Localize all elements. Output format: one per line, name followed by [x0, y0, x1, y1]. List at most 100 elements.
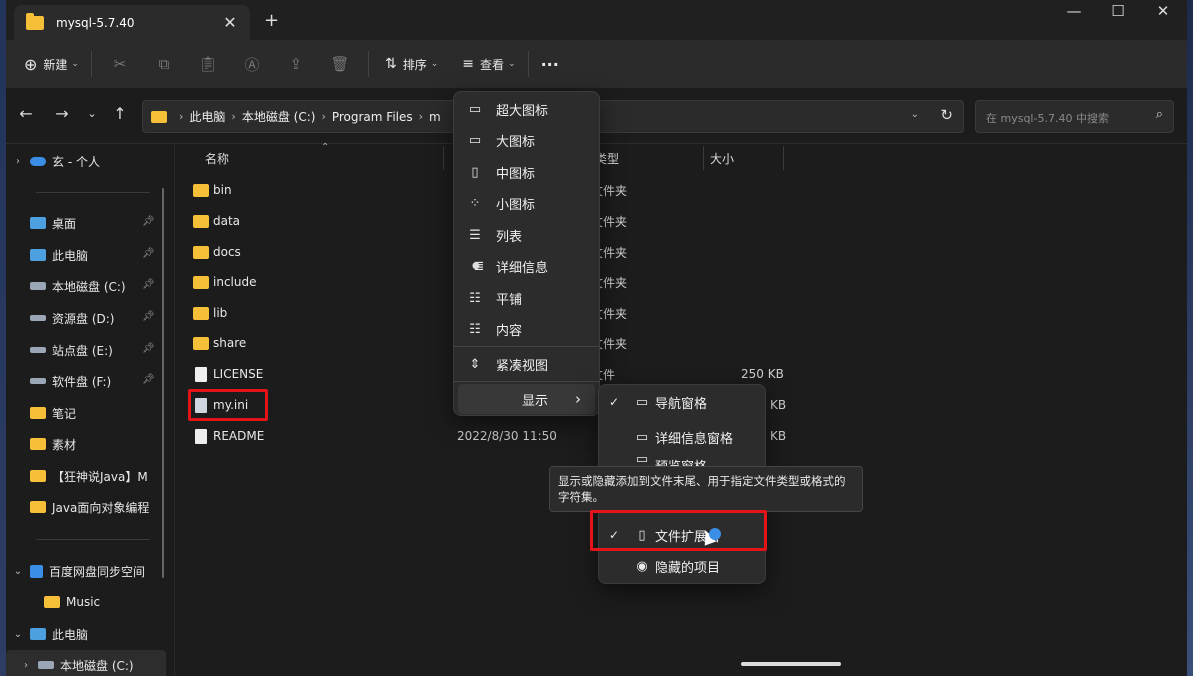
pin-icon[interactable]: 📌︎: [142, 311, 155, 322]
copy-icon[interactable]: ⧉: [142, 55, 186, 73]
pin-icon[interactable]: 📌︎: [142, 279, 155, 290]
monitor-icon: ▭: [468, 132, 482, 148]
column-separator[interactable]: [783, 146, 784, 170]
file-name: LICENSE: [213, 367, 264, 381]
pin-icon[interactable]: 📌︎: [142, 374, 155, 385]
menu-item-show[interactable]: 显示 ›: [458, 384, 595, 414]
refresh-icon[interactable]: ↻: [940, 106, 953, 124]
column-header-name[interactable]: 名称: [205, 150, 229, 167]
forward-arrow-icon[interactable]: →: [50, 104, 74, 123]
share-icon[interactable]: ⇪: [274, 55, 318, 73]
menu-item-label: 大图标: [496, 134, 536, 150]
column-separator[interactable]: [443, 146, 444, 170]
close-button[interactable]: ✕: [1148, 2, 1178, 20]
toolbar-separator: [367, 51, 369, 77]
new-tab-button[interactable]: +: [264, 10, 279, 31]
pin-icon[interactable]: 📌︎: [142, 216, 155, 227]
view-button[interactable]: ≡ 查看 ⌄: [456, 48, 521, 80]
menu-item-content[interactable]: ☷ 内容: [454, 314, 599, 344]
minimize-button[interactable]: —: [1059, 2, 1089, 20]
maximize-button[interactable]: ☐: [1103, 2, 1133, 20]
folder-icon: [30, 438, 46, 450]
tab-mysql[interactable]: mysql-5.7.40 ✕: [14, 5, 250, 40]
paste-icon[interactable]: 📋︎: [186, 55, 230, 73]
breadcrumb-mysql[interactable]: m: [429, 110, 441, 124]
address-dropdown-icon[interactable]: ⌄: [911, 109, 919, 120]
sidebar-item-this-pc[interactable]: 此电脑 📌︎: [6, 240, 166, 270]
up-arrow-icon[interactable]: ↑: [108, 104, 132, 123]
sidebar-item-label: 玄 - 个人: [52, 154, 100, 169]
menu-item-details-pane[interactable]: ▭ 详细信息窗格: [599, 422, 765, 452]
recent-chevron-icon[interactable]: ⌄: [80, 107, 104, 120]
pane-icon: ▭: [635, 451, 649, 467]
chevron-right-icon: ›: [575, 390, 581, 408]
menu-item-small-icons[interactable]: ⁘ 小图标: [454, 188, 599, 218]
sidebar-item-d-drive[interactable]: 资源盘 (D:) 📌︎: [6, 303, 166, 333]
column-separator[interactable]: [703, 146, 704, 170]
sidebar-item-music[interactable]: Music: [6, 587, 166, 617]
pin-icon[interactable]: 📌︎: [142, 248, 155, 259]
breadcrumb-this-pc[interactable]: 此电脑: [189, 108, 225, 125]
menu-item-list[interactable]: ☰ 列表: [454, 220, 599, 250]
sidebar-item-c-drive-tree[interactable]: › 本地磁盘 (C:): [6, 650, 166, 676]
menu-item-extra-large-icons[interactable]: ▭ 超大图标: [454, 94, 599, 124]
sidebar-item-label: 资源盘 (D:): [52, 311, 115, 326]
sidebar-scrollbar[interactable]: [162, 188, 164, 578]
menu-item-large-icons[interactable]: ▭ 大图标: [454, 125, 599, 155]
delete-icon[interactable]: 🗑︎: [318, 55, 362, 73]
computer-icon: [30, 628, 46, 640]
menu-item-preview-pane[interactable]: ▭ 预览窗格: [599, 451, 765, 468]
rename-icon[interactable]: Ⓐ: [230, 54, 274, 75]
sidebar-item-e-drive[interactable]: 站点盘 (E:) 📌︎: [6, 335, 166, 365]
folder-icon: [193, 275, 209, 289]
menu-item-navigation-pane[interactable]: ✓ ▭ 导航窗格: [599, 387, 765, 417]
sort-ascending-icon: ⌃: [321, 142, 330, 153]
cut-icon[interactable]: ✂: [98, 55, 142, 73]
breadcrumb-program-files[interactable]: Program Files: [332, 110, 413, 124]
sort-button[interactable]: ⇅ 排序 ⌄: [379, 48, 444, 80]
sidebar-item-java-oop[interactable]: Java面向对象编程: [6, 492, 166, 522]
monitor-icon: ▯: [471, 164, 479, 180]
tab-close-icon[interactable]: ✕: [218, 13, 242, 32]
sidebar-item-materials[interactable]: 素材: [6, 429, 166, 459]
breadcrumb-chevron-icon: ›: [418, 110, 424, 123]
sidebar-item-c-drive[interactable]: 本地磁盘 (C:) 📌︎: [6, 271, 166, 301]
sidebar-item-label: 桌面: [52, 216, 77, 231]
sidebar-item-desktop[interactable]: 桌面 📌︎: [6, 208, 166, 238]
sidebar-item-notes[interactable]: 笔记: [6, 398, 166, 428]
check-icon: ✓: [608, 395, 620, 409]
folder-icon: [193, 183, 209, 197]
column-header-size[interactable]: 大小: [710, 150, 734, 167]
menu-item-label: 隐藏的项目: [655, 560, 721, 576]
menu-item-details[interactable]: ● ≣ 详细信息: [454, 251, 599, 281]
folder-icon: [193, 306, 209, 320]
horizontal-scrollbar[interactable]: [741, 662, 841, 666]
new-button[interactable]: ⊕ 新建 ⌄: [18, 48, 85, 80]
back-arrow-icon[interactable]: ←: [14, 104, 38, 123]
sidebar-item-onedrive[interactable]: › 玄 - 个人: [6, 146, 166, 176]
sidebar-divider: [36, 539, 150, 540]
folder-icon: [30, 501, 46, 513]
more-button[interactable]: ···: [535, 48, 565, 80]
menu-item-label: 内容: [496, 323, 523, 339]
menu-separator: [454, 346, 599, 347]
menu-item-medium-icons[interactable]: ▯ 中图标: [454, 157, 599, 187]
menu-item-hidden-items[interactable]: ◉ 隐藏的项目: [599, 551, 765, 581]
search-input[interactable]: 在 mysql-5.7.40 中搜索 ⌕: [975, 100, 1174, 133]
breadcrumb-c-drive[interactable]: 本地磁盘 (C:): [242, 108, 316, 125]
sidebar-item-kuangshen-java[interactable]: 【狂神说Java】M: [6, 461, 166, 491]
menu-item-tiles[interactable]: ☷ 平铺: [454, 283, 599, 313]
pin-icon[interactable]: 📌︎: [142, 343, 155, 354]
sidebar-item-this-pc-tree[interactable]: ⌄ 此电脑: [6, 619, 166, 649]
compact-view-icon: ⇕: [469, 356, 481, 372]
folder-icon: [193, 245, 209, 259]
menu-item-compact-view[interactable]: ⇕ 紧凑视图: [454, 349, 599, 379]
content-icon: ☷: [469, 321, 481, 337]
baidu-sync-icon: [30, 564, 43, 578]
chevron-down-icon: ⌄: [71, 59, 79, 69]
drive-icon: [30, 282, 46, 290]
sidebar-item-baidu-sync[interactable]: ⌄ 百度网盘同步空间: [6, 556, 166, 586]
menu-item-label: 详细信息窗格: [655, 431, 734, 447]
navigation-pane: › 玄 - 个人 桌面 📌︎ 此电脑 📌︎ 本地磁盘 (C:) 📌︎ 资源盘 (…: [6, 144, 174, 676]
sidebar-item-f-drive[interactable]: 软件盘 (F:) 📌︎: [6, 366, 166, 396]
